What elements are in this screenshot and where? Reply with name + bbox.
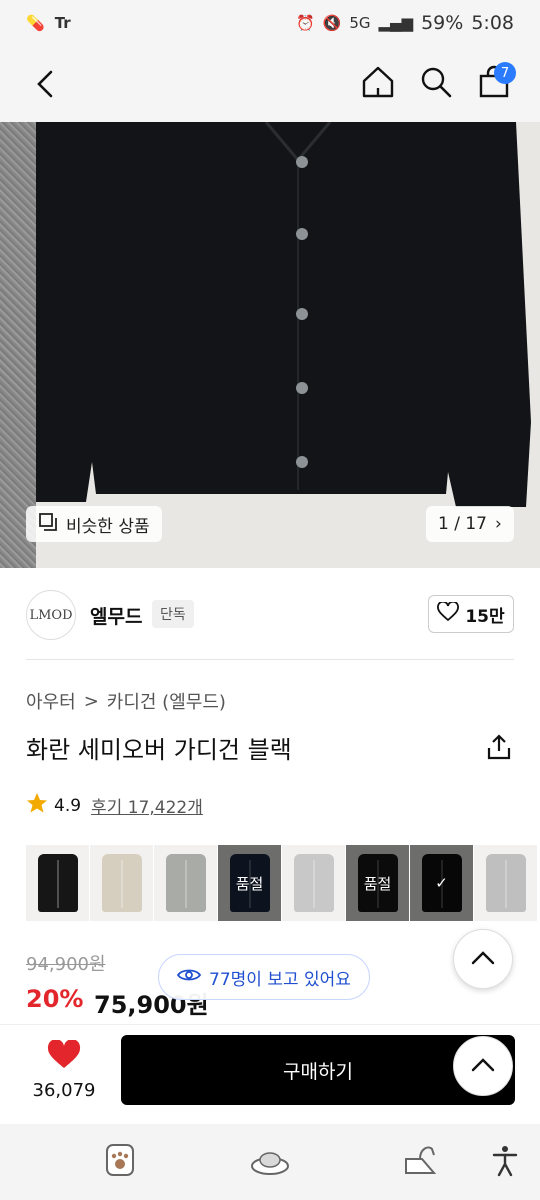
breadcrumb-separator-icon: >	[83, 690, 99, 712]
color-swatch[interactable]	[154, 845, 217, 921]
signal-icon: ▂▄▆	[378, 14, 414, 32]
color-swatch[interactable]: ✓	[410, 845, 473, 921]
mute-icon: 🔇	[322, 14, 342, 32]
wishlist-button[interactable]: 36,079	[30, 1039, 98, 1101]
chevron-up-icon	[471, 950, 495, 969]
similar-products-icon	[38, 512, 58, 537]
review-link[interactable]: 후기 17,422개	[91, 793, 203, 818]
cat-box-app-icon[interactable]	[398, 1140, 442, 1180]
heart-outline-icon	[437, 600, 460, 627]
home-icon[interactable]	[356, 60, 400, 104]
breadcrumb-level1[interactable]: 아우터	[26, 688, 76, 714]
breadcrumb-level2[interactable]: 카디건 (엘무드)	[107, 688, 226, 714]
swatch-cardigan-image	[293, 854, 334, 912]
pill-icon: 💊	[26, 14, 45, 32]
exclusive-badge: 단독	[152, 600, 194, 628]
bottom-bar-divider	[0, 1024, 540, 1025]
cat-paw-app-icon[interactable]	[100, 1140, 140, 1180]
cat-bed-app-icon[interactable]	[248, 1140, 292, 1180]
buy-button-label: 구매하기	[283, 1060, 353, 1083]
brand-like-button[interactable]: 15만	[428, 595, 514, 633]
similar-products-label: 비슷한 상품	[66, 516, 150, 537]
discount-rate: 20%	[26, 985, 84, 1013]
product-title: 화란 세미오버 가디건 블랙	[26, 736, 292, 764]
battery-percent: 59%	[421, 12, 464, 34]
breadcrumb: 아우터 > 카디건 (엘무드)	[26, 688, 226, 714]
search-icon[interactable]	[414, 60, 458, 104]
brand-name[interactable]: 엘무드	[90, 602, 142, 629]
clock: 5:08	[471, 12, 514, 34]
sold-out-label: 품절	[218, 845, 281, 921]
share-icon[interactable]	[486, 733, 512, 761]
scroll-up-button[interactable]	[453, 929, 513, 989]
selected-check-icon: ✓	[410, 845, 473, 921]
viewers-badge: 77명이 보고 있어요	[158, 954, 370, 1000]
swatch-cardigan-image	[165, 854, 206, 912]
swatch-cardigan-image	[37, 854, 78, 912]
color-swatch[interactable]	[282, 845, 345, 921]
wishlist-count: 36,079	[32, 1080, 96, 1101]
color-swatch[interactable]: 품절	[218, 845, 281, 921]
app-bar	[0, 52, 540, 122]
network-label: 5G	[349, 14, 371, 32]
swatch-cardigan-image	[101, 854, 142, 912]
cardigan-image	[36, 122, 540, 568]
brand-like-count: 15만	[465, 606, 505, 627]
color-swatch[interactable]	[90, 845, 153, 921]
divider	[26, 659, 514, 660]
cart-count-badge: 7	[494, 62, 516, 84]
sold-out-label: 품절	[346, 845, 409, 921]
accessibility-icon[interactable]	[488, 1144, 522, 1178]
rating-score: 4.9	[54, 795, 82, 816]
viewers-text: 77명이 보고 있어요	[209, 969, 351, 990]
back-icon[interactable]	[26, 64, 66, 104]
scroll-up-button-2[interactable]	[453, 1036, 513, 1096]
status-right: ⏰ 🔇 5G ▂▄▆ 59% 5:08	[296, 12, 514, 34]
image-page-indicator[interactable]: 1 / 17 ›	[426, 506, 514, 542]
alarm-icon: ⏰	[295, 14, 315, 32]
heart-filled-icon	[47, 1039, 81, 1074]
page-indicator-text: 1 / 17	[438, 514, 487, 534]
eye-icon	[176, 967, 202, 988]
star-icon	[26, 792, 48, 819]
chevron-right-icon: ›	[494, 514, 502, 534]
product-image-carousel[interactable]: 비슷한 상품 1 / 17 ›	[0, 122, 540, 568]
status-bar: 💊 Tr ⏰ 🔇 5G ▂▄▆ 59% 5:08	[0, 0, 540, 52]
swatch-cardigan-image	[485, 854, 526, 912]
color-swatch[interactable]	[26, 845, 89, 921]
color-swatch-list: 품절 품절 ✓	[26, 845, 540, 921]
product-screen: { "status_bar": { "battery": "59%", "tim…	[0, 0, 540, 1200]
brand-logo-text: LMOD	[29, 607, 73, 623]
similar-products-button[interactable]: 비슷한 상품	[26, 506, 162, 542]
original-price: 94,900원	[26, 954, 106, 975]
background-ground	[0, 122, 36, 568]
app-notification-icon: Tr	[54, 14, 71, 32]
status-left-icons: 💊 Tr	[26, 14, 71, 32]
color-swatch[interactable]: 품절	[346, 845, 409, 921]
rating-row: 4.9 후기 17,422개	[26, 792, 203, 819]
brand-logo[interactable]: LMOD	[26, 590, 76, 640]
color-swatch[interactable]	[474, 845, 537, 921]
chevron-up-icon	[471, 1057, 495, 1076]
